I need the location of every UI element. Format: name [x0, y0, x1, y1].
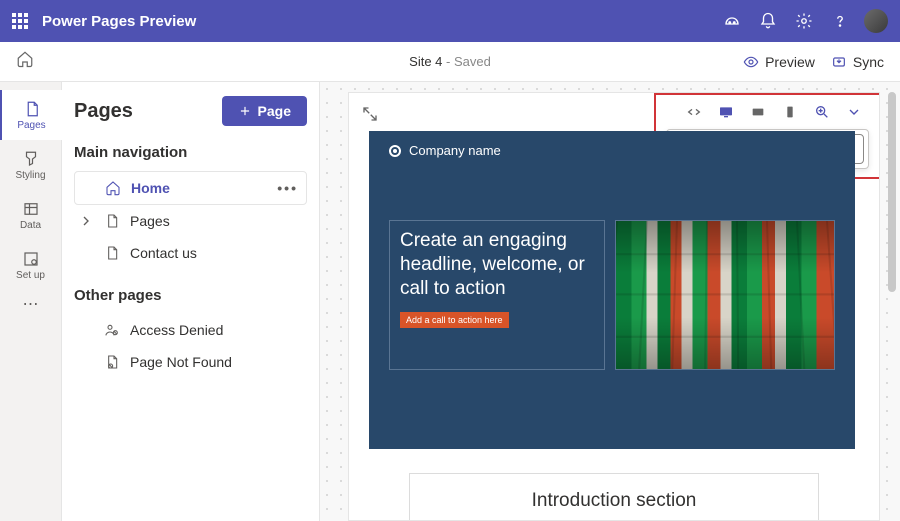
hero-cta-button[interactable]: Add a call to action here	[400, 312, 509, 328]
tree-item-contact[interactable]: Contact us	[74, 237, 307, 269]
home-icon[interactable]	[16, 50, 34, 73]
zoom-icon[interactable]	[811, 101, 833, 123]
rail-item-data[interactable]: Data	[0, 190, 62, 240]
site-name-text: Site 4	[409, 54, 442, 69]
app-launcher-icon[interactable]	[12, 13, 28, 29]
rail-item-setup[interactable]: Set up	[0, 240, 62, 290]
notifications-icon[interactable]	[750, 0, 786, 42]
user-avatar[interactable]	[864, 9, 888, 33]
rail-more-icon[interactable]: ⋯	[23, 294, 39, 314]
code-view-icon[interactable]	[683, 101, 705, 123]
preview-label: Preview	[765, 54, 815, 70]
rail-label: Styling	[15, 170, 45, 181]
tree-label: Access Denied	[130, 322, 223, 338]
tree-label: Home	[131, 180, 170, 196]
copilot-icon[interactable]	[714, 0, 750, 42]
left-rail: Pages Styling Data Set up ⋯	[0, 82, 62, 521]
other-pages-heading: Other pages	[74, 287, 307, 304]
app-title: Power Pages Preview	[42, 13, 196, 30]
add-page-button[interactable]: Page	[222, 96, 307, 126]
help-icon[interactable]	[822, 0, 858, 42]
desktop-view-icon[interactable]	[715, 101, 737, 123]
intro-title: Introduction section	[434, 490, 794, 512]
pages-panel: Pages Page Main navigation Home ••• Page…	[62, 82, 320, 521]
hero-section[interactable]: Company name Create an engaging headline…	[369, 131, 855, 449]
tree-item-page-not-found[interactable]: Page Not Found	[74, 346, 307, 378]
rail-item-pages[interactable]: Pages	[0, 90, 62, 140]
add-page-label: Page	[258, 103, 291, 119]
hero-headline: Create an engaging headline, welcome, or…	[400, 229, 594, 300]
hero-image[interactable]	[615, 220, 835, 370]
brand-name: Company name	[409, 143, 501, 158]
canvas-scrollbar[interactable]	[888, 92, 896, 292]
chevron-down-icon[interactable]	[843, 101, 865, 123]
tree-item-access-denied[interactable]: Access Denied	[74, 314, 307, 346]
expand-icon[interactable]	[361, 105, 379, 128]
tree-label: Pages	[130, 213, 170, 229]
command-bar: Site 4 - Saved Preview Sync	[0, 42, 900, 82]
tablet-portrait-icon[interactable]	[779, 101, 801, 123]
rail-label: Data	[20, 220, 41, 231]
site-name: Site 4 - Saved	[409, 54, 491, 69]
brand-row[interactable]: Company name	[369, 131, 855, 170]
saved-state: - Saved	[442, 54, 490, 69]
panel-title: Pages	[74, 100, 133, 123]
radio-icon	[389, 145, 401, 157]
design-canvas: 50% − + Reset Company name Create an eng…	[320, 82, 900, 521]
canvas-frame: 50% − + Reset Company name Create an eng…	[348, 92, 880, 521]
rail-label: Set up	[16, 270, 45, 281]
tree-item-home[interactable]: Home •••	[74, 171, 307, 205]
tablet-landscape-icon[interactable]	[747, 101, 769, 123]
sync-button[interactable]: Sync	[831, 54, 884, 70]
hero-text-block[interactable]: Create an engaging headline, welcome, or…	[389, 220, 605, 370]
top-header: Power Pages Preview	[0, 0, 900, 42]
rail-item-styling[interactable]: Styling	[0, 140, 62, 190]
tree-label: Page Not Found	[130, 354, 232, 370]
more-icon[interactable]: •••	[277, 180, 298, 196]
settings-icon[interactable]	[786, 0, 822, 42]
sync-label: Sync	[853, 54, 884, 70]
tree-item-pages[interactable]: Pages	[74, 205, 307, 237]
main-nav-heading: Main navigation	[74, 144, 307, 161]
tree-label: Contact us	[130, 245, 197, 261]
rail-label: Pages	[17, 120, 45, 131]
preview-button[interactable]: Preview	[743, 54, 815, 70]
intro-section[interactable]: Introduction section Create a short para…	[409, 473, 819, 521]
